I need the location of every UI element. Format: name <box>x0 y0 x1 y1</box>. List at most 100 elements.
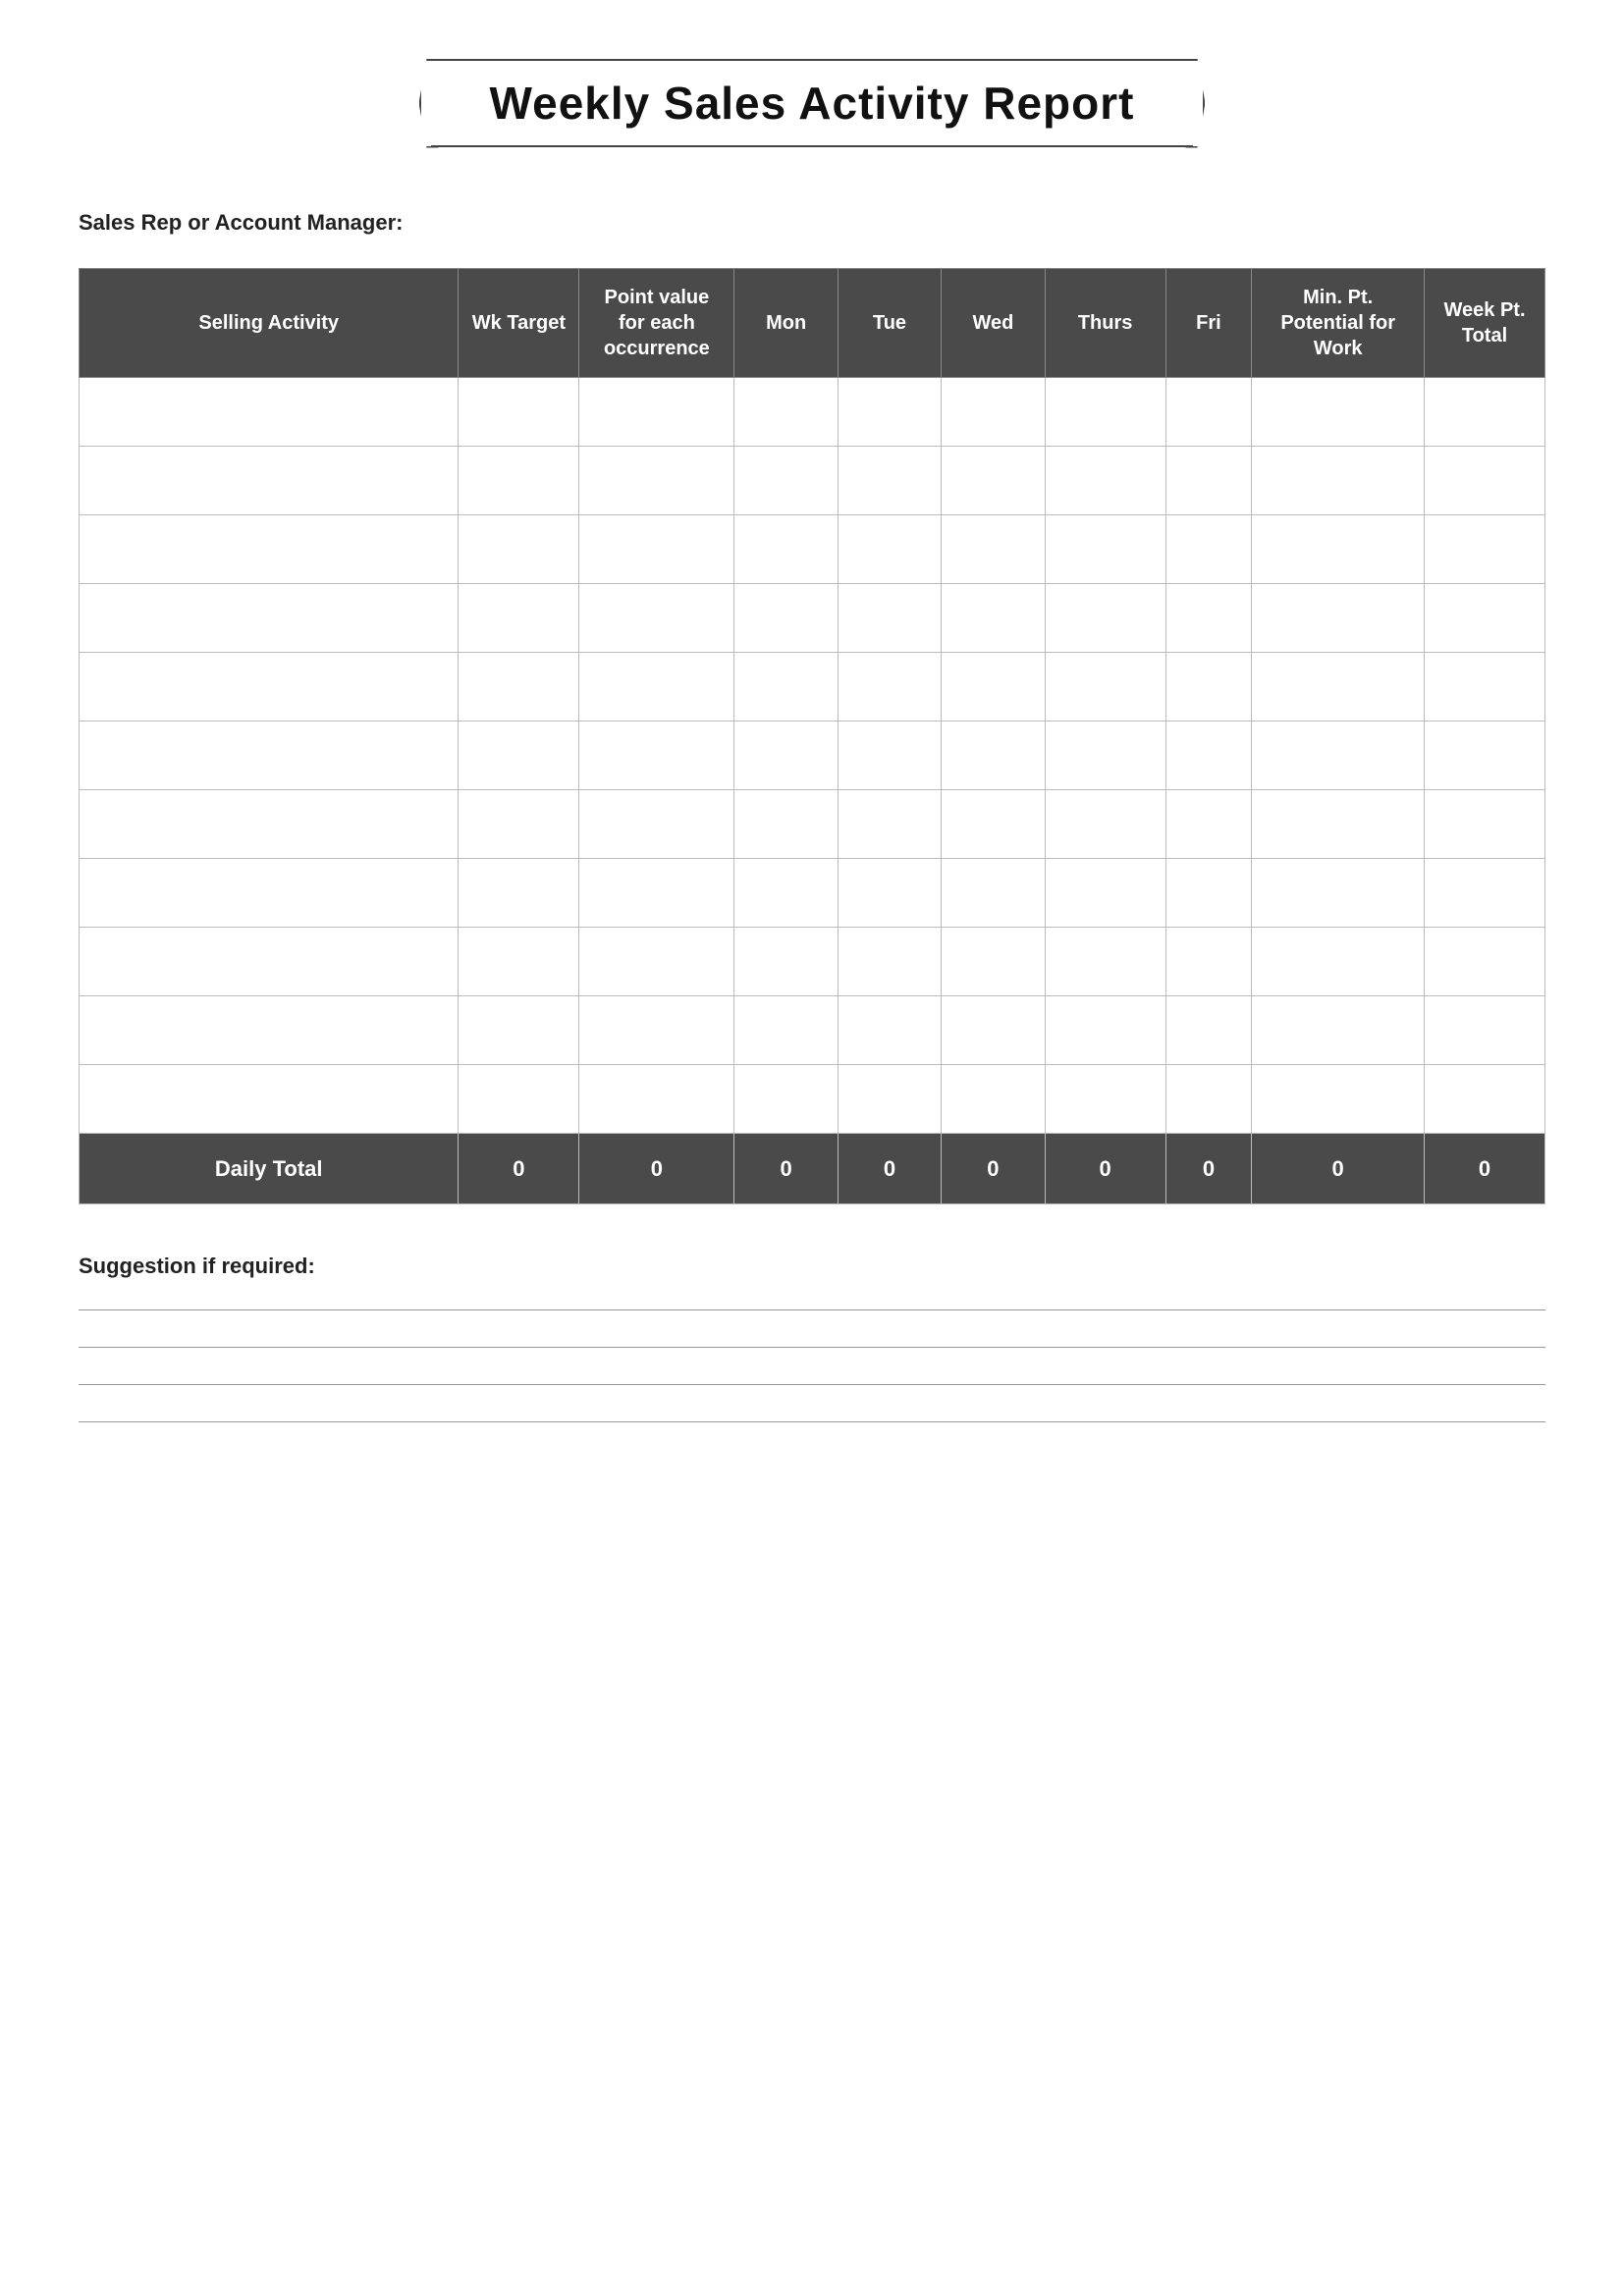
table-cell-1-6[interactable] <box>1045 447 1165 515</box>
table-cell-7-4[interactable] <box>838 859 941 928</box>
table-cell-4-6[interactable] <box>1045 653 1165 721</box>
table-cell-6-2[interactable] <box>579 790 734 859</box>
table-cell-4-3[interactable] <box>734 653 838 721</box>
table-cell-10-1[interactable] <box>459 1065 579 1134</box>
table-cell-4-0[interactable] <box>80 653 459 721</box>
table-cell-3-5[interactable] <box>942 584 1045 653</box>
table-cell-1-8[interactable] <box>1252 447 1425 515</box>
table-cell-6-9[interactable] <box>1425 790 1545 859</box>
table-cell-2-2[interactable] <box>579 515 734 584</box>
table-cell-10-7[interactable] <box>1165 1065 1252 1134</box>
table-cell-7-2[interactable] <box>579 859 734 928</box>
table-cell-9-5[interactable] <box>942 996 1045 1065</box>
table-cell-2-6[interactable] <box>1045 515 1165 584</box>
table-cell-3-4[interactable] <box>838 584 941 653</box>
table-cell-9-0[interactable] <box>80 996 459 1065</box>
table-cell-10-8[interactable] <box>1252 1065 1425 1134</box>
table-cell-8-8[interactable] <box>1252 928 1425 996</box>
table-cell-8-0[interactable] <box>80 928 459 996</box>
table-cell-5-1[interactable] <box>459 721 579 790</box>
table-cell-5-3[interactable] <box>734 721 838 790</box>
table-cell-1-9[interactable] <box>1425 447 1545 515</box>
table-cell-2-3[interactable] <box>734 515 838 584</box>
table-cell-2-5[interactable] <box>942 515 1045 584</box>
table-cell-6-7[interactable] <box>1165 790 1252 859</box>
table-cell-7-9[interactable] <box>1425 859 1545 928</box>
table-cell-2-4[interactable] <box>838 515 941 584</box>
table-cell-8-5[interactable] <box>942 928 1045 996</box>
table-cell-5-8[interactable] <box>1252 721 1425 790</box>
table-cell-7-3[interactable] <box>734 859 838 928</box>
table-cell-10-9[interactable] <box>1425 1065 1545 1134</box>
table-cell-7-6[interactable] <box>1045 859 1165 928</box>
table-cell-3-8[interactable] <box>1252 584 1425 653</box>
table-cell-9-9[interactable] <box>1425 996 1545 1065</box>
table-cell-10-6[interactable] <box>1045 1065 1165 1134</box>
table-cell-8-4[interactable] <box>838 928 941 996</box>
table-cell-0-9[interactable] <box>1425 378 1545 447</box>
table-cell-3-7[interactable] <box>1165 584 1252 653</box>
table-cell-9-1[interactable] <box>459 996 579 1065</box>
table-cell-0-3[interactable] <box>734 378 838 447</box>
table-cell-5-2[interactable] <box>579 721 734 790</box>
table-cell-7-5[interactable] <box>942 859 1045 928</box>
table-cell-8-3[interactable] <box>734 928 838 996</box>
table-cell-10-4[interactable] <box>838 1065 941 1134</box>
table-cell-0-1[interactable] <box>459 378 579 447</box>
table-cell-6-8[interactable] <box>1252 790 1425 859</box>
table-cell-0-0[interactable] <box>80 378 459 447</box>
table-cell-7-0[interactable] <box>80 859 459 928</box>
table-cell-3-1[interactable] <box>459 584 579 653</box>
table-cell-6-0[interactable] <box>80 790 459 859</box>
table-cell-3-3[interactable] <box>734 584 838 653</box>
table-cell-1-3[interactable] <box>734 447 838 515</box>
table-cell-0-4[interactable] <box>838 378 941 447</box>
table-cell-9-8[interactable] <box>1252 996 1425 1065</box>
table-cell-5-7[interactable] <box>1165 721 1252 790</box>
table-cell-9-6[interactable] <box>1045 996 1165 1065</box>
table-cell-8-1[interactable] <box>459 928 579 996</box>
table-cell-0-7[interactable] <box>1165 378 1252 447</box>
table-cell-10-2[interactable] <box>579 1065 734 1134</box>
table-cell-2-7[interactable] <box>1165 515 1252 584</box>
table-cell-5-4[interactable] <box>838 721 941 790</box>
table-cell-4-9[interactable] <box>1425 653 1545 721</box>
table-cell-8-9[interactable] <box>1425 928 1545 996</box>
table-cell-6-6[interactable] <box>1045 790 1165 859</box>
table-cell-5-6[interactable] <box>1045 721 1165 790</box>
table-cell-3-0[interactable] <box>80 584 459 653</box>
table-cell-0-8[interactable] <box>1252 378 1425 447</box>
table-cell-4-4[interactable] <box>838 653 941 721</box>
table-cell-9-3[interactable] <box>734 996 838 1065</box>
table-cell-1-1[interactable] <box>459 447 579 515</box>
table-cell-9-4[interactable] <box>838 996 941 1065</box>
table-cell-7-1[interactable] <box>459 859 579 928</box>
table-cell-9-7[interactable] <box>1165 996 1252 1065</box>
table-cell-0-6[interactable] <box>1045 378 1165 447</box>
table-cell-6-3[interactable] <box>734 790 838 859</box>
table-cell-1-7[interactable] <box>1165 447 1252 515</box>
table-cell-10-3[interactable] <box>734 1065 838 1134</box>
table-cell-3-9[interactable] <box>1425 584 1545 653</box>
table-cell-6-4[interactable] <box>838 790 941 859</box>
table-cell-5-9[interactable] <box>1425 721 1545 790</box>
table-cell-2-0[interactable] <box>80 515 459 584</box>
table-cell-9-2[interactable] <box>579 996 734 1065</box>
table-cell-4-7[interactable] <box>1165 653 1252 721</box>
table-cell-8-6[interactable] <box>1045 928 1165 996</box>
table-cell-6-5[interactable] <box>942 790 1045 859</box>
table-cell-8-7[interactable] <box>1165 928 1252 996</box>
table-cell-1-4[interactable] <box>838 447 941 515</box>
table-cell-1-0[interactable] <box>80 447 459 515</box>
table-cell-2-8[interactable] <box>1252 515 1425 584</box>
table-cell-5-0[interactable] <box>80 721 459 790</box>
table-cell-2-1[interactable] <box>459 515 579 584</box>
table-cell-7-7[interactable] <box>1165 859 1252 928</box>
table-cell-10-5[interactable] <box>942 1065 1045 1134</box>
table-cell-0-5[interactable] <box>942 378 1045 447</box>
table-cell-1-2[interactable] <box>579 447 734 515</box>
table-cell-4-2[interactable] <box>579 653 734 721</box>
table-cell-6-1[interactable] <box>459 790 579 859</box>
table-cell-4-5[interactable] <box>942 653 1045 721</box>
table-cell-2-9[interactable] <box>1425 515 1545 584</box>
